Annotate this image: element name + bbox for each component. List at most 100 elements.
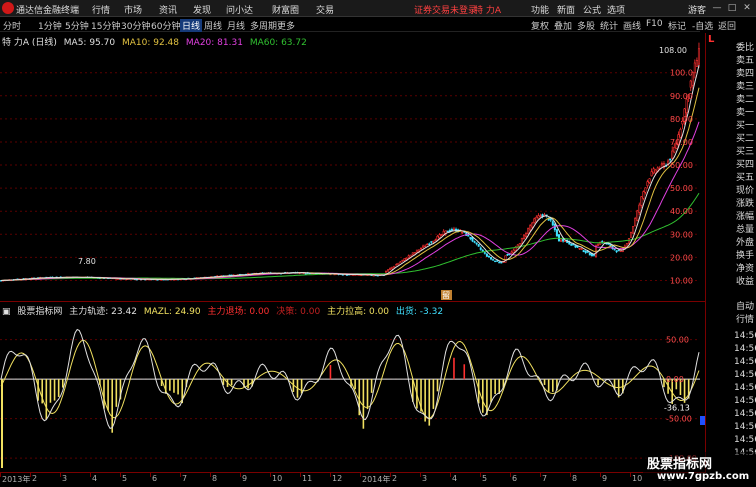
side-row-label: 现价	[736, 186, 755, 196]
candle-body	[652, 168, 655, 174]
candle-body	[496, 260, 499, 262]
period-15min[interactable]: 15分钟	[91, 19, 120, 32]
date-axis-tick	[30, 473, 31, 477]
quote-label[interactable]: 行情	[736, 314, 754, 327]
period-30min[interactable]: 30分钟	[121, 19, 150, 32]
pull-up-bar	[177, 379, 179, 395]
period-timeshare[interactable]: 分时	[3, 19, 21, 32]
candle-body	[570, 243, 573, 246]
app-logo-icon	[2, 2, 14, 14]
menu-ask[interactable]: 问小达	[226, 3, 253, 16]
candle-body	[537, 215, 540, 219]
candle-body	[407, 255, 410, 258]
indicator-axis-label: 0.00	[666, 375, 684, 384]
minimize-icon[interactable]: —	[711, 2, 723, 14]
side-panel-header: L	[708, 34, 715, 45]
candle-body	[617, 249, 620, 252]
candle-body	[560, 239, 563, 242]
date-axis-label: 10	[632, 474, 643, 483]
pull-up-bar	[173, 379, 175, 393]
candle-body	[467, 235, 470, 237]
candle-body	[498, 261, 501, 264]
menu-formula[interactable]: 公式	[583, 3, 601, 16]
pull-up-bar	[1, 379, 3, 468]
toolbar-watchlist[interactable]: -自选	[692, 19, 713, 32]
pull-up-bar	[49, 379, 52, 403]
min-price-label: 7.80	[78, 257, 96, 266]
candle-body	[397, 262, 400, 265]
indicator-chart[interactable]: 50.000.00-50.00-100.00-36.13	[0, 302, 705, 472]
candle-body	[436, 235, 439, 241]
period-more[interactable]: 更多	[277, 19, 295, 32]
candle-body	[506, 254, 509, 256]
menu-news[interactable]: 资讯	[159, 3, 177, 16]
candle-body	[615, 250, 618, 253]
mazl-value: MAZL: 24.90	[143, 307, 201, 317]
toolbar-statistics[interactable]: 统计	[600, 19, 618, 32]
candle-body	[424, 245, 427, 248]
menu-options[interactable]: 选项	[607, 3, 625, 16]
candle-body	[644, 187, 647, 193]
candle-body	[479, 247, 482, 250]
candle-body	[693, 62, 696, 74]
candle-body	[669, 158, 672, 161]
candle-body	[588, 252, 591, 256]
pull-up-bar	[551, 379, 554, 392]
guest-label[interactable]: 游客	[688, 3, 706, 16]
auto-label[interactable]: 自动	[736, 301, 754, 314]
price-axis-label: 100.0	[670, 69, 693, 78]
period-monthly[interactable]: 月线	[227, 19, 245, 32]
pull-up-bar	[481, 379, 484, 413]
candle-body	[452, 228, 455, 231]
period-daily[interactable]: 日线	[180, 19, 203, 32]
menu-market[interactable]: 市场	[124, 3, 142, 16]
candle-body	[648, 178, 651, 183]
maximize-icon[interactable]: □	[726, 2, 738, 14]
max-price-label: 108.00	[659, 46, 687, 55]
toolbar-adjust[interactable]: 复权	[531, 19, 549, 32]
login-alert[interactable]: 证券交易未登录	[414, 3, 477, 16]
indicator-current-label: -36.13	[664, 404, 690, 413]
toolbar-draw-line[interactable]: 画线	[623, 19, 641, 32]
menu-new-page[interactable]: 新面	[557, 3, 575, 16]
candle-body	[574, 245, 577, 248]
menu-discover[interactable]: 发现	[193, 3, 211, 16]
candle-body	[533, 218, 536, 223]
date-axis-label: 3	[62, 474, 68, 483]
pull-up-bar	[230, 379, 233, 386]
period-60min[interactable]: 60分钟	[151, 19, 180, 32]
period-5min[interactable]: 5分钟	[65, 19, 89, 32]
pull-up-bar	[354, 379, 356, 390]
menu-trade[interactable]: 交易	[316, 3, 334, 16]
period-1min[interactable]: 1分钟	[38, 19, 62, 32]
ma20-line	[0, 121, 700, 281]
tick-time: 14:56	[734, 396, 756, 406]
candle-body	[555, 229, 558, 237]
stock-name-header: 特 力A	[474, 6, 502, 16]
kline-chart[interactable]: 100.0 90.00 80.00 70.00 60.00 50.00 40.00 30.00…	[0, 33, 705, 300]
menu-functions[interactable]: 功能	[531, 3, 549, 16]
title-bar: 通达信金融终端 行情 市场 资讯 发现 问小达 财富圈 交易 证券交易未登录 特…	[0, 0, 756, 17]
toolbar-multi-stock[interactable]: 多股	[577, 19, 595, 32]
toolbar-back[interactable]: 返回	[718, 19, 736, 32]
exit-bar	[463, 364, 466, 380]
toolbar-overlay[interactable]: 叠加	[554, 19, 572, 32]
candle-body	[420, 247, 423, 250]
toolbar-f10[interactable]: F10	[646, 19, 663, 29]
indicator-axis-label: -50.00	[666, 415, 692, 424]
candle-body	[671, 150, 674, 159]
candle-body	[572, 243, 575, 246]
date-axis-tick	[270, 473, 271, 477]
date-axis-label: 3	[422, 474, 428, 483]
side-row-label: 买一	[736, 121, 755, 131]
toolbar-mark[interactable]: 标记	[668, 19, 686, 32]
close-icon[interactable]: ✕	[741, 2, 753, 14]
tick-time: 14:56	[734, 435, 756, 445]
menu-wealth[interactable]: 财富圈	[272, 3, 299, 16]
menu-market-quotes[interactable]: 行情	[92, 3, 110, 16]
pull-up-bar	[37, 379, 39, 401]
ma-legend: 特 力A (日线) MA5: 95.70 MA10: 92.48 MA20: 8…	[2, 35, 311, 48]
period-weekly[interactable]: 周线	[204, 19, 222, 32]
period-multi[interactable]: 多周期	[250, 19, 277, 32]
date-axis-tick	[630, 473, 631, 477]
